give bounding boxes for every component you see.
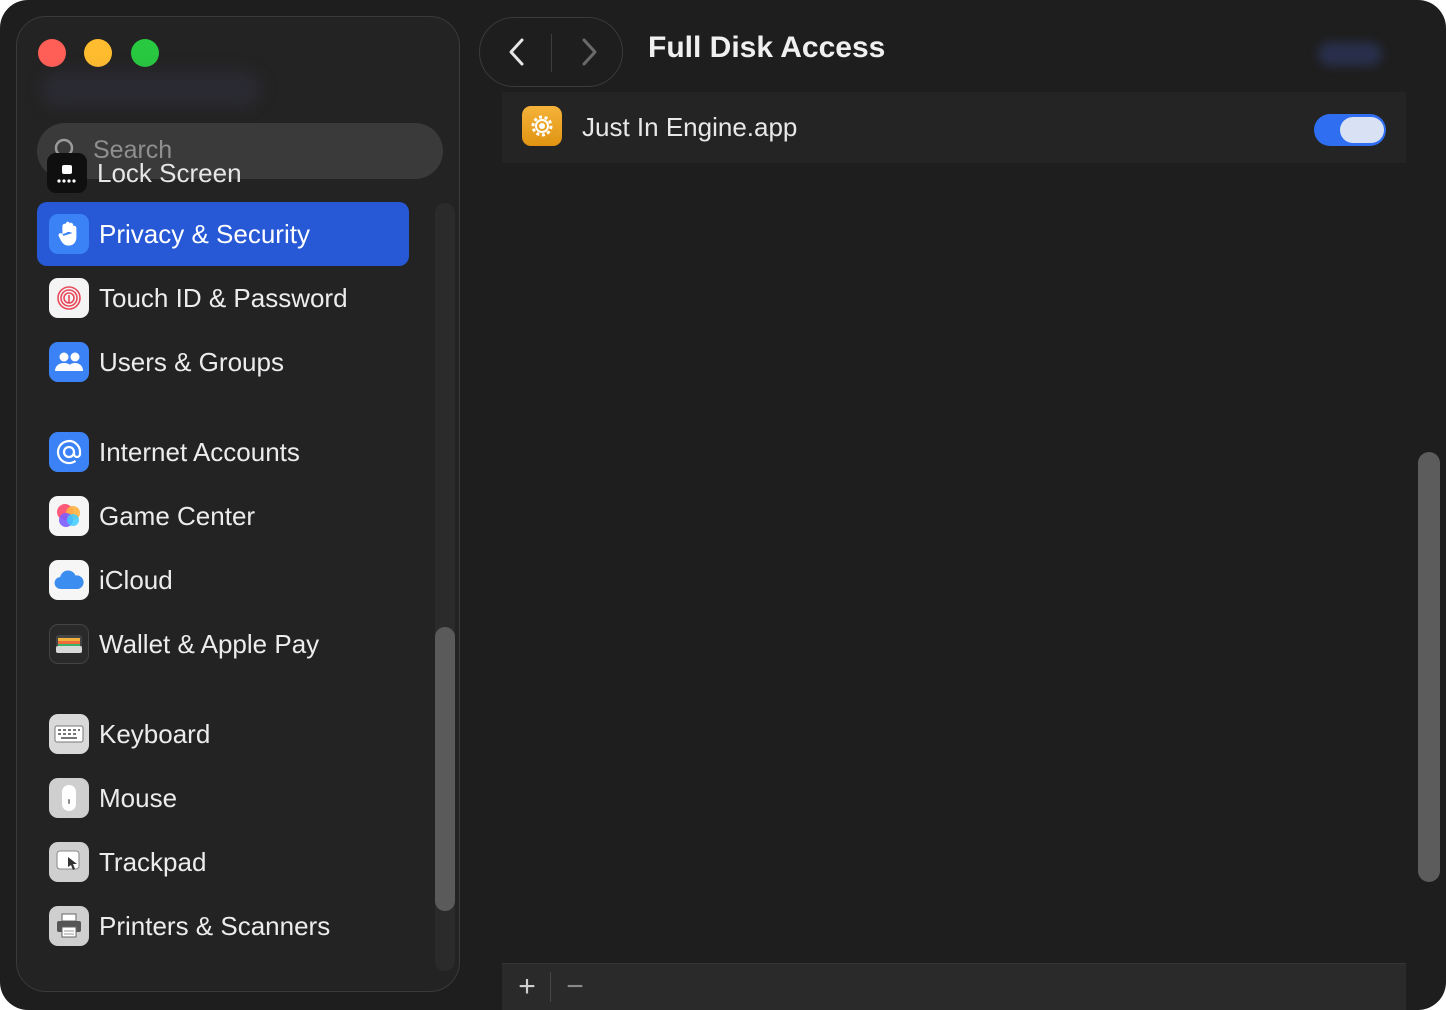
blurred-header-control xyxy=(1318,42,1382,66)
sidebar-item-printers[interactable]: Printers & Scanners xyxy=(37,894,409,958)
sidebar-item-label: Wallet & Apple Pay xyxy=(99,628,320,659)
nav-divider xyxy=(551,34,552,72)
sidebar-item-keyboard[interactable]: Keyboard xyxy=(37,702,409,766)
content-scrollbar[interactable] xyxy=(1418,452,1440,882)
settings-window: Search Lock Screen Privacy & Security To… xyxy=(0,0,1446,1010)
sidebar-item-icloud[interactable]: iCloud xyxy=(37,548,409,612)
sidebar-item-users-groups[interactable]: Users & Groups xyxy=(37,330,409,394)
page-title: Full Disk Access xyxy=(648,31,886,64)
users-icon xyxy=(49,342,89,382)
sidebar-item-label: Lock Screen xyxy=(97,157,242,188)
sidebar-item-label: Privacy & Security xyxy=(99,218,310,249)
sidebar-item-label: Touch ID & Password xyxy=(99,282,348,313)
back-chevron-icon[interactable] xyxy=(498,32,538,72)
sidebar-item-internet-accounts[interactable]: Internet Accounts xyxy=(37,420,409,484)
sidebar-item-label: Mouse xyxy=(99,782,178,813)
sidebar-item-wallet[interactable]: Wallet & Apple Pay xyxy=(37,612,409,676)
fingerprint-icon xyxy=(49,278,89,318)
game-center-icon xyxy=(49,496,89,536)
app-name: Just In Engine.app xyxy=(582,112,798,142)
gear-icon xyxy=(522,106,562,146)
minimize-window-button[interactable] xyxy=(84,39,112,67)
wallet-icon xyxy=(49,624,89,664)
sidebar-item-lock-screen[interactable]: Lock Screen xyxy=(47,153,242,193)
sidebar: Search Lock Screen Privacy & Security To… xyxy=(16,16,460,992)
app-list-row: Just In Engine.app xyxy=(502,92,1406,163)
printer-icon xyxy=(49,906,89,946)
full-disk-access-toggle[interactable] xyxy=(1314,114,1386,146)
forward-chevron-icon[interactable] xyxy=(568,32,608,72)
blurred-account-area xyxy=(41,71,261,107)
close-window-button[interactable] xyxy=(38,39,66,67)
sidebar-item-label: iCloud xyxy=(99,564,173,595)
sidebar-scrollbar[interactable] xyxy=(435,627,455,911)
sidebar-item-touch-id[interactable]: Touch ID & Password xyxy=(37,266,409,330)
at-sign-icon xyxy=(49,432,89,472)
list-toolbar: + − xyxy=(502,963,1406,1010)
toggle-knob xyxy=(1340,117,1384,143)
sidebar-item-label: Printers & Scanners xyxy=(99,910,331,941)
sidebar-item-game-center[interactable]: Game Center xyxy=(37,484,409,548)
keyboard-icon xyxy=(49,714,89,754)
sidebar-item-mouse[interactable]: Mouse xyxy=(37,766,409,830)
sidebar-item-label: Game Center xyxy=(99,500,256,531)
toolbar-divider xyxy=(550,972,551,1002)
mouse-icon xyxy=(49,778,89,818)
remove-app-button[interactable]: − xyxy=(560,970,590,1004)
lock-screen-icon xyxy=(47,153,87,193)
trackpad-icon xyxy=(49,842,89,882)
hand-icon xyxy=(49,214,89,254)
sidebar-item-label: Keyboard xyxy=(99,718,211,749)
sidebar-item-trackpad[interactable]: Trackpad xyxy=(37,830,409,894)
add-app-button[interactable]: + xyxy=(512,970,542,1004)
zoom-window-button[interactable] xyxy=(131,39,159,67)
navigation-buttons xyxy=(479,17,623,87)
sidebar-item-label: Internet Accounts xyxy=(99,436,300,467)
icloud-icon xyxy=(49,560,89,600)
sidebar-item-label: Trackpad xyxy=(99,846,207,877)
sidebar-item-label: Users & Groups xyxy=(99,346,284,377)
sidebar-item-privacy-security[interactable]: Privacy & Security xyxy=(37,202,409,266)
